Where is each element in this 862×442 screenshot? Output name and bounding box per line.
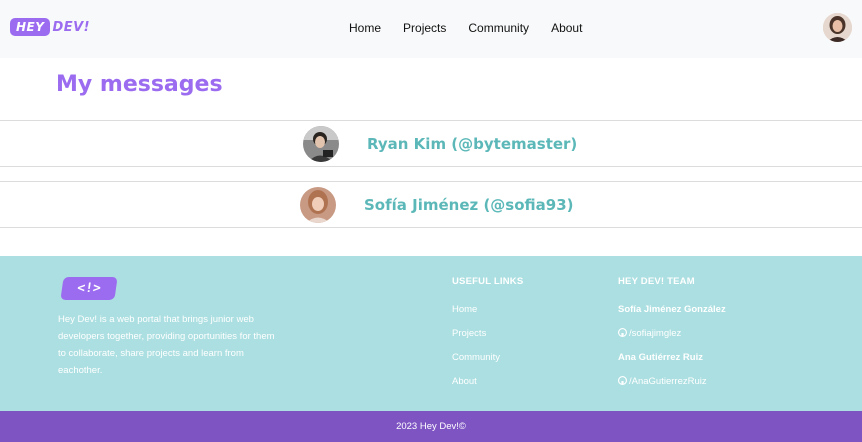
brand-logo[interactable]: HEY DEV! [10, 18, 90, 36]
conversation-row[interactable]: Sofía Jiménez (@sofia93) [0, 181, 862, 228]
team-heading: HEY DEV! TEAM [618, 276, 695, 287]
nav-link-community[interactable]: Community [468, 20, 529, 36]
github-icon [618, 376, 627, 385]
github-handle: /AnaGutierrezRuiz [629, 376, 707, 387]
footer-link-about[interactable]: About [452, 376, 477, 387]
team-member-github-link[interactable]: /AnaGutierrezRuiz [618, 376, 707, 387]
copyright-bar: 2023 Hey Dev!© [0, 411, 862, 442]
logo-text: DEV! [52, 19, 91, 35]
footer-link-projects[interactable]: Projects [452, 328, 486, 339]
team-member-github-link[interactable]: /sofiajimglez [618, 328, 681, 339]
footer-description: Hey Dev! is a web portal that brings jun… [58, 314, 275, 376]
navbar: HEY DEV! Home Projects Community About [0, 0, 862, 58]
github-handle: /sofiajimglez [629, 328, 682, 339]
user-avatar[interactable] [823, 13, 852, 42]
logo-badge: HEY [10, 18, 51, 36]
contact-avatar [300, 187, 336, 223]
team-member-name: Sofía Jiménez González [618, 304, 726, 315]
nav-link-home[interactable]: Home [349, 20, 381, 36]
footer-logo-symbol: <!> [76, 281, 102, 296]
footer-logo[interactable]: <!> [60, 277, 118, 300]
footer: <!> Hey Dev! is a web portal that brings… [0, 256, 862, 411]
contact-name[interactable]: Ryan Kim (@bytemaster) [367, 135, 577, 153]
nav-links: Home Projects Community About [349, 20, 604, 36]
page-title: My messages [56, 72, 223, 97]
conversation-row[interactable]: Ryan Kim (@bytemaster) [0, 120, 862, 167]
footer-link-home[interactable]: Home [452, 304, 477, 315]
useful-links-heading: USEFUL LINKS [452, 276, 524, 287]
nav-link-about[interactable]: About [551, 20, 582, 36]
contact-name[interactable]: Sofía Jiménez (@sofia93) [364, 196, 574, 214]
contact-avatar [303, 126, 339, 162]
footer-link-community[interactable]: Community [452, 352, 500, 363]
nav-link-projects[interactable]: Projects [403, 20, 446, 36]
copyright-text: 2023 Hey Dev!© [396, 421, 466, 432]
github-icon [618, 328, 627, 337]
team-member-name: Ana Gutiérrez Ruiz [618, 352, 703, 363]
